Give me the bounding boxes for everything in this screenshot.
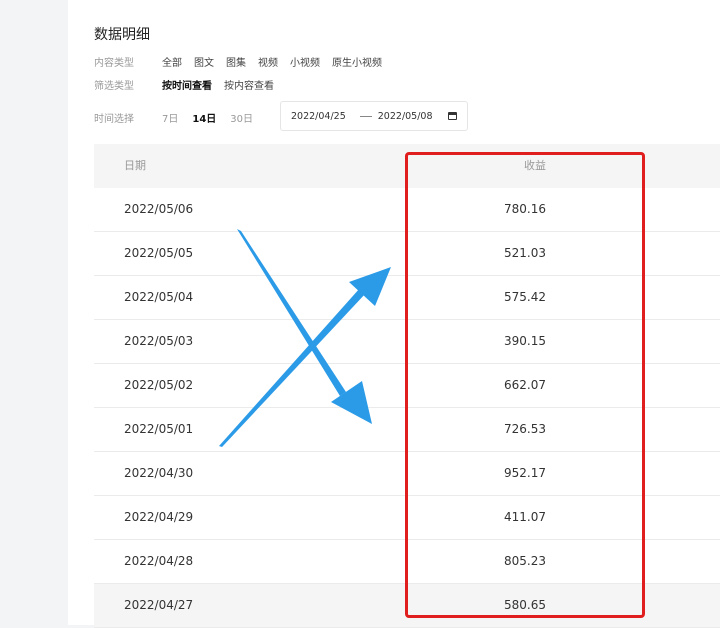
- row-income: 521.03: [504, 246, 546, 260]
- table-row: 2022/05/03 390.15: [94, 320, 720, 364]
- time-range-label: 时间选择: [94, 113, 134, 125]
- row-income: 726.53: [504, 422, 546, 436]
- content-type-filter: 内容类型 全部 图文 图集 视频 小视频 原生小视频: [94, 53, 394, 69]
- table-row: 2022/04/28 805.23: [94, 540, 720, 584]
- calendar-icon[interactable]: [448, 112, 457, 120]
- page-title: 数据明细: [94, 27, 150, 43]
- content-type-native-short-video[interactable]: 原生小视频: [332, 54, 382, 69]
- table-row: 2022/05/01 726.53: [94, 408, 720, 452]
- date-range-separator: [359, 115, 372, 117]
- content-type-label: 内容类型: [94, 57, 134, 69]
- row-income: 411.07: [504, 510, 546, 524]
- table-row: 2022/04/30 952.17: [94, 452, 720, 496]
- content-type-video[interactable]: 视频: [258, 54, 278, 69]
- row-date: 2022/05/05: [124, 246, 194, 260]
- filter-type-label: 筛选类型: [94, 80, 134, 92]
- row-date: 2022/05/04: [124, 290, 194, 304]
- income-column-header: 收益: [524, 159, 546, 172]
- row-income: 780.16: [504, 202, 546, 216]
- time-range-filter: 时间选择 7日 14日 30日: [94, 109, 267, 125]
- row-income: 575.42: [504, 290, 546, 304]
- row-date: 2022/04/30: [124, 466, 194, 480]
- table-row: 2022/04/27 580.65: [94, 584, 720, 628]
- row-date: 2022/04/27: [124, 598, 194, 612]
- content-type-all[interactable]: 全部: [162, 54, 182, 69]
- table-row: 2022/05/06 780.16: [94, 188, 720, 232]
- data-detail-panel: 数据明细 内容类型 全部 图文 图集 视频 小视频 原生小视频 筛选类型 按时间…: [68, 0, 720, 628]
- range-7d[interactable]: 7日: [162, 110, 178, 125]
- content-type-article[interactable]: 图文: [194, 54, 214, 69]
- row-income: 390.15: [504, 334, 546, 348]
- row-date: 2022/04/28: [124, 554, 194, 568]
- filter-by-time[interactable]: 按时间查看: [162, 77, 212, 92]
- row-income: 952.17: [504, 466, 546, 480]
- date-start: 2022/04/25: [291, 110, 346, 122]
- filter-type-filter: 筛选类型 按时间查看 按内容查看: [94, 76, 286, 92]
- row-income: 580.65: [504, 598, 546, 612]
- date-range-picker[interactable]: 2022/04/25 2022/05/08: [280, 101, 468, 131]
- date-end: 2022/05/08: [377, 110, 433, 122]
- range-30d[interactable]: 30日: [230, 110, 253, 125]
- content-type-short-video[interactable]: 小视频: [290, 54, 320, 69]
- date-column-header: 日期: [124, 159, 146, 172]
- row-income: 662.07: [504, 378, 546, 392]
- income-table: 日期 收益 2022/05/06 780.16 2022/05/05 521.0…: [94, 144, 720, 628]
- row-date: 2022/05/02: [124, 378, 194, 392]
- row-date: 2022/05/06: [124, 202, 194, 216]
- row-date: 2022/05/03: [124, 334, 194, 348]
- table-row: 2022/05/02 662.07: [94, 364, 720, 408]
- row-date: 2022/04/29: [124, 510, 194, 524]
- row-date: 2022/05/01: [124, 422, 194, 436]
- range-14d[interactable]: 14日: [192, 110, 216, 125]
- row-income: 805.23: [504, 554, 546, 568]
- table-row: 2022/04/29 411.07: [94, 496, 720, 540]
- content-type-gallery[interactable]: 图集: [226, 54, 246, 69]
- table-row: 2022/05/05 521.03: [94, 232, 720, 276]
- filter-by-content[interactable]: 按内容查看: [224, 77, 274, 92]
- table-row: 2022/05/04 575.42: [94, 276, 720, 320]
- table-header: 日期 收益: [94, 144, 720, 188]
